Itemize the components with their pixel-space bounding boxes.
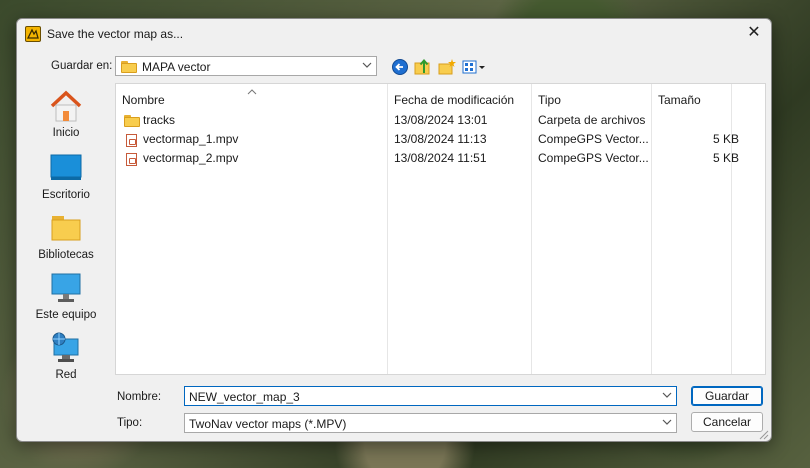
file-row[interactable]: tracks 13/08/2024 13:01 Carpeta de archi… <box>116 111 765 130</box>
file-type: CompeGPS Vector... <box>538 151 649 165</box>
file-type: CompeGPS Vector... <box>538 132 649 146</box>
new-folder-icon[interactable] <box>437 57 457 77</box>
resize-grip-icon[interactable] <box>759 429 769 440</box>
file-modified: 13/08/2024 11:13 <box>394 132 487 146</box>
save-button[interactable]: Guardar <box>691 386 763 406</box>
file-name: vectormap_2.mpv <box>143 151 239 165</box>
close-button[interactable]: ✕ <box>737 19 771 47</box>
place-label: Escritorio <box>42 189 90 201</box>
filename-field[interactable]: NEW_vector_map_3 <box>184 386 677 406</box>
current-folder: MAPA vector <box>142 60 211 74</box>
cancel-button[interactable]: Cancelar <box>691 412 763 432</box>
chevron-down-icon[interactable] <box>662 389 672 401</box>
column-header-name[interactable]: Nombre <box>122 93 165 107</box>
home-icon <box>48 89 84 123</box>
chevron-down-icon[interactable] <box>662 416 672 428</box>
column-header-type[interactable]: Tipo <box>538 93 561 107</box>
filetype-value: TwoNav vector maps (*.MPV) <box>189 417 347 431</box>
file-modified: 13/08/2024 11:51 <box>394 151 487 165</box>
this-pc-icon <box>48 271 84 305</box>
folder-icon <box>124 115 140 127</box>
mpv-file-icon <box>126 134 137 147</box>
filetype-dropdown[interactable]: TwoNav vector maps (*.MPV) <box>184 413 677 433</box>
place-home[interactable]: Inicio <box>23 89 109 139</box>
file-type: Carpeta de archivos <box>538 113 646 127</box>
app-icon <box>25 26 41 42</box>
mpv-file-icon <box>126 153 137 166</box>
place-desktop[interactable]: Escritorio <box>23 151 109 201</box>
view-menu-icon[interactable] <box>461 57 487 77</box>
file-list[interactable]: Nombre Fecha de modificación Tipo Tamaño… <box>115 83 766 375</box>
up-folder-icon[interactable] <box>413 57 433 77</box>
file-size: 5 KB <box>712 151 739 165</box>
file-modified: 13/08/2024 13:01 <box>394 113 488 127</box>
place-label: Bibliotecas <box>38 249 94 261</box>
sort-arrow-icon <box>247 84 257 98</box>
folder-icon <box>121 61 137 73</box>
column-header-size[interactable]: Tamaño <box>658 93 701 107</box>
save-in-dropdown[interactable]: MAPA vector <box>115 56 377 76</box>
chevron-down-icon[interactable] <box>362 59 372 71</box>
network-icon <box>48 331 84 365</box>
filetype-label: Tipo: <box>117 417 143 429</box>
place-label: Inicio <box>52 127 80 139</box>
file-size: 5 KB <box>712 132 739 146</box>
desktop-icon <box>48 151 84 185</box>
file-name: vectormap_1.mpv <box>143 132 239 146</box>
filename-value[interactable]: NEW_vector_map_3 <box>189 390 300 404</box>
close-icon[interactable]: ✕ <box>747 24 760 41</box>
place-libraries[interactable]: Bibliotecas <box>23 211 109 261</box>
place-label: Este equipo <box>35 309 97 321</box>
place-network[interactable]: Red <box>23 331 109 381</box>
places-bar: Inicio Escritorio Bibliotecas Este equip… <box>23 81 109 381</box>
window-title: Save the vector map as... <box>47 27 184 41</box>
title-bar: Save the vector map as... ✕ <box>17 19 771 49</box>
file-row[interactable]: vectormap_2.mpv 13/08/2024 11:51 CompeGP… <box>116 149 765 168</box>
save-dialog: Save the vector map as... ✕ Guardar en: … <box>16 18 772 442</box>
column-header-modified[interactable]: Fecha de modificación <box>394 93 514 107</box>
filename-label: Nombre: <box>117 391 162 403</box>
libraries-icon <box>48 211 84 245</box>
back-icon[interactable] <box>390 57 410 77</box>
place-label: Red <box>55 369 77 381</box>
save-in-label: Guardar en: <box>51 60 113 72</box>
file-name: tracks <box>143 113 176 127</box>
place-this-pc[interactable]: Este equipo <box>23 271 109 321</box>
file-row[interactable]: vectormap_1.mpv 13/08/2024 11:13 CompeGP… <box>116 130 765 149</box>
